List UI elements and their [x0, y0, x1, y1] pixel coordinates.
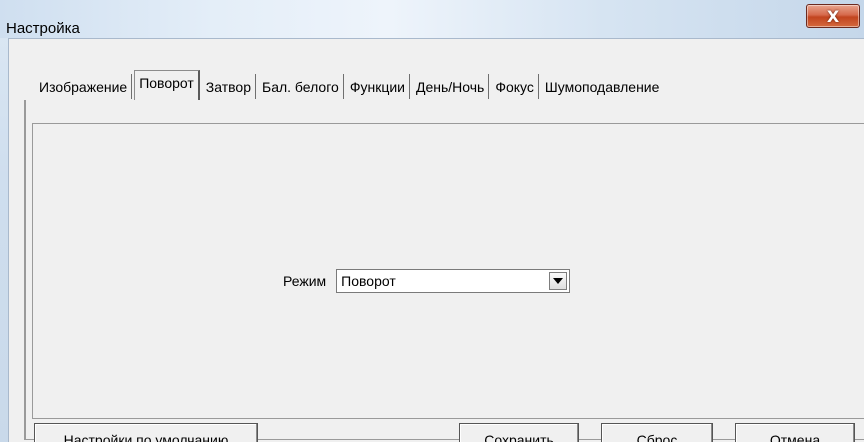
tab-focus[interactable]: Фокус	[491, 74, 539, 99]
dialog-client-area: Изображение Поворот Затвор Бал. белого Ф…	[8, 38, 864, 442]
mode-select[interactable]: Поворот	[336, 269, 571, 293]
save-button[interactable]: Сохранить	[459, 423, 579, 442]
tab-day-night[interactable]: День/Ночь	[411, 74, 490, 99]
close-icon: X	[826, 6, 840, 26]
window-title: Настройка	[6, 20, 80, 37]
cancel-button[interactable]: Отмена	[735, 423, 855, 442]
tab-label: Функции	[349, 78, 405, 95]
tab-label: День/Ночь	[415, 78, 485, 95]
tab-label: Поворот	[139, 75, 194, 91]
tab-image[interactable]: Изображение	[33, 74, 133, 99]
cancel-button-label: Отмена	[769, 432, 821, 442]
mode-label: Режим	[283, 273, 327, 289]
reset-button-label: Сброс	[636, 432, 678, 442]
mode-row: Режим Поворот	[283, 269, 571, 293]
tab-label: Бал. белого	[262, 78, 339, 95]
settings-dialog: Настройка X Изображение Поворот Затвор Б…	[0, 0, 864, 442]
save-button-label: Сохранить	[484, 432, 554, 442]
tab-functions[interactable]: Функции	[345, 74, 410, 99]
title-bar[interactable]: Настройка X	[0, 0, 864, 38]
tab-strip: Изображение Поворот Затвор Бал. белого Ф…	[33, 69, 665, 100]
tab-noise-reduction[interactable]: Шумоподавление	[540, 74, 664, 99]
defaults-button[interactable]: Настройки по умолчанию	[34, 423, 258, 442]
dropdown-button[interactable]	[549, 272, 568, 290]
reset-button[interactable]: Сброс	[601, 423, 713, 442]
close-button[interactable]: X	[806, 4, 860, 28]
tab-label: Изображение	[39, 78, 128, 95]
defaults-button-label: Настройки по умолчанию	[63, 432, 229, 442]
tab-rotation[interactable]: Поворот	[134, 70, 200, 100]
rotation-tab-panel: Режим Поворот	[24, 100, 864, 440]
tab-white-balance[interactable]: Бал. белого	[258, 74, 344, 99]
tab-label: Затвор	[205, 78, 251, 95]
tab-label: Фокус	[495, 78, 534, 95]
tab-shutter[interactable]: Затвор	[201, 74, 256, 99]
chevron-down-icon	[553, 278, 564, 284]
tab-label: Шумоподавление	[544, 78, 660, 95]
mode-select-value: Поворот	[341, 273, 396, 289]
